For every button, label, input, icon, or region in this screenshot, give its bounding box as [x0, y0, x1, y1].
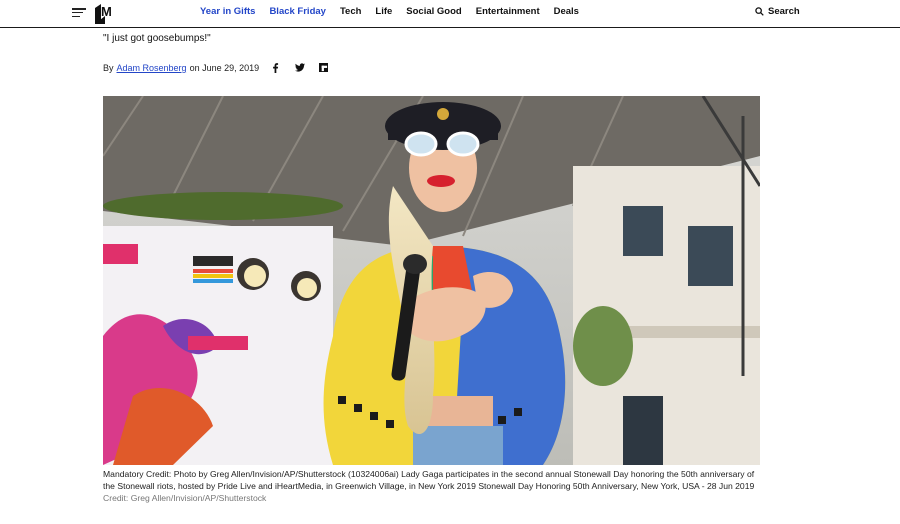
hero-photo — [103, 96, 760, 465]
top-navigation: M Year in Gifts Black Friday Tech Life Socia… — [0, 0, 900, 28]
site-logo[interactable]: M — [95, 2, 119, 24]
nav-link-social-good[interactable]: Social Good — [406, 6, 461, 17]
byline: By Adam Rosenberg on June 29, 2019 — [103, 63, 259, 73]
author-link[interactable]: Adam Rosenberg — [117, 63, 187, 73]
facebook-icon[interactable] — [270, 62, 281, 73]
twitter-icon[interactable] — [294, 62, 305, 73]
search-icon — [755, 7, 764, 16]
nav-link-deals[interactable]: Deals — [554, 6, 579, 17]
photo-caption: Mandatory Credit: Photo by Greg Allen/In… — [103, 468, 763, 504]
byline-prefix: By — [103, 63, 114, 73]
nav-link-year-in-gifts[interactable]: Year in Gifts — [200, 6, 255, 17]
nav-link-life[interactable]: Life — [375, 6, 392, 17]
nav-links: Year in Gifts Black Friday Tech Life Social … — [200, 6, 593, 17]
nav-link-tech[interactable]: Tech — [340, 6, 361, 17]
article-subtitle: "I just got goosebumps!" — [103, 33, 211, 44]
nav-link-black-friday[interactable]: Black Friday — [269, 6, 326, 17]
menu-icon[interactable] — [72, 8, 86, 18]
caption-credit: Credit: Greg Allen/Invision/AP/Shutterst… — [103, 493, 267, 503]
nav-link-entertainment[interactable]: Entertainment — [476, 6, 540, 17]
publish-date: on June 29, 2019 — [189, 63, 260, 73]
search-button[interactable]: Search — [755, 6, 800, 17]
svg-text:M: M — [101, 4, 112, 19]
flipboard-icon[interactable] — [318, 62, 329, 73]
search-label: Search — [768, 6, 800, 17]
caption-text: Mandatory Credit: Photo by Greg Allen/In… — [103, 469, 755, 491]
share-bar — [270, 62, 329, 73]
